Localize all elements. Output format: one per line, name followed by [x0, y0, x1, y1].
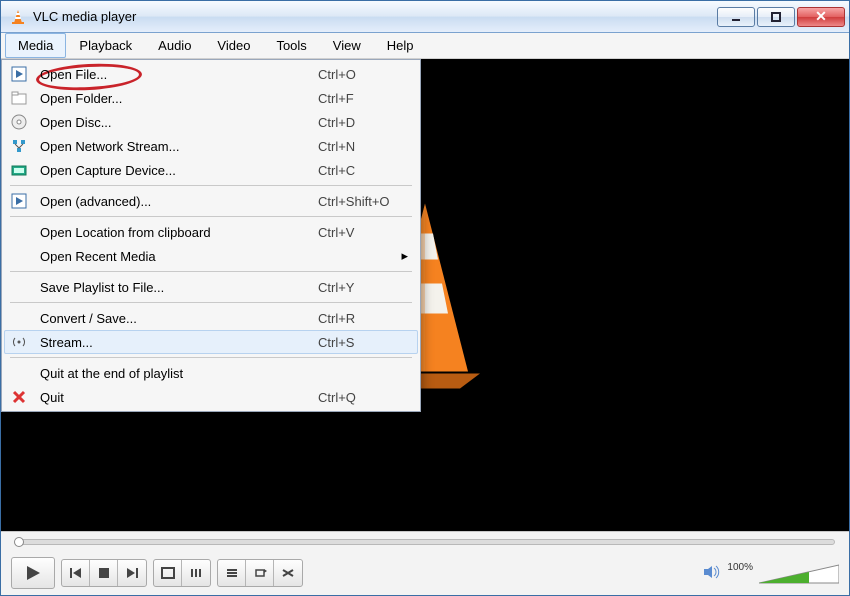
menu-separator	[10, 302, 412, 303]
menu-playback[interactable]: Playback	[66, 33, 145, 58]
quit-icon	[8, 390, 30, 404]
seek-track[interactable]	[15, 539, 835, 545]
playlist-button[interactable]	[218, 560, 246, 586]
view-group	[153, 559, 211, 587]
video-area: Open File... Ctrl+O Open Folder... Ctrl+…	[1, 59, 849, 531]
menu-video[interactable]: Video	[204, 33, 263, 58]
folder-icon	[8, 91, 30, 105]
menu-item-shortcut: Ctrl+Q	[318, 390, 408, 405]
menu-item-label: Open File...	[40, 67, 318, 82]
menu-item-label: Save Playlist to File...	[40, 280, 318, 295]
menu-item-shortcut: Ctrl+Shift+O	[318, 194, 408, 209]
menu-open-folder[interactable]: Open Folder... Ctrl+F	[4, 86, 418, 110]
menu-stream[interactable]: Stream... Ctrl+S	[4, 330, 418, 354]
maximize-button[interactable]	[757, 7, 795, 27]
skip-group	[61, 559, 147, 587]
menu-tools[interactable]: Tools	[263, 33, 319, 58]
vlc-cone-icon	[9, 8, 27, 26]
menu-item-label: Stream...	[40, 335, 318, 350]
seek-thumb[interactable]	[14, 537, 24, 547]
close-button[interactable]: ✕	[797, 7, 845, 27]
menu-item-shortcut: Ctrl+C	[318, 163, 408, 178]
menu-item-shortcut: Ctrl+S	[318, 335, 408, 350]
menu-view[interactable]: View	[320, 33, 374, 58]
menu-item-shortcut: Ctrl+R	[318, 311, 408, 326]
menu-open-disc[interactable]: Open Disc... Ctrl+D	[4, 110, 418, 134]
stream-icon	[8, 336, 30, 348]
menu-separator	[10, 216, 412, 217]
menu-item-label: Open Folder...	[40, 91, 318, 106]
menu-open-recent[interactable]: Open Recent Media ▸	[4, 244, 418, 268]
menu-convert-save[interactable]: Convert / Save... Ctrl+R	[4, 306, 418, 330]
media-dropdown: Open File... Ctrl+O Open Folder... Ctrl+…	[1, 59, 421, 412]
seek-bar[interactable]	[1, 531, 849, 551]
stop-button[interactable]	[90, 560, 118, 586]
menu-item-label: Open Disc...	[40, 115, 318, 130]
fullscreen-button[interactable]	[154, 560, 182, 586]
titlebar: VLC media player ✕	[1, 1, 849, 33]
menu-open-network[interactable]: Open Network Stream... Ctrl+N	[4, 134, 418, 158]
network-icon	[8, 138, 30, 154]
window-title: VLC media player	[33, 9, 136, 24]
menu-separator	[10, 271, 412, 272]
app-window: VLC media player ✕ Media Playback Audio …	[0, 0, 850, 596]
menu-item-label: Quit at the end of playlist	[40, 366, 318, 381]
loop-button[interactable]	[246, 560, 274, 586]
submenu-arrow-icon: ▸	[401, 248, 408, 264]
minimize-button[interactable]	[717, 7, 755, 27]
menu-separator	[10, 357, 412, 358]
play-file-icon	[8, 66, 30, 82]
menu-item-shortcut: Ctrl+Y	[318, 280, 408, 295]
play-button[interactable]	[11, 557, 55, 589]
menu-help[interactable]: Help	[374, 33, 427, 58]
menu-audio[interactable]: Audio	[145, 33, 204, 58]
menu-quit[interactable]: Quit Ctrl+Q	[4, 385, 418, 409]
menu-separator	[10, 185, 412, 186]
menu-item-label: Convert / Save...	[40, 311, 318, 326]
menu-item-label: Open Location from clipboard	[40, 225, 318, 240]
prev-button[interactable]	[62, 560, 90, 586]
menu-item-label: Open Network Stream...	[40, 139, 318, 154]
menu-open-capture[interactable]: Open Capture Device... Ctrl+C	[4, 158, 418, 182]
menubar: Media Playback Audio Video Tools View He…	[1, 33, 849, 59]
menu-open-clipboard[interactable]: Open Location from clipboard Ctrl+V	[4, 220, 418, 244]
volume-slider[interactable]	[759, 563, 839, 585]
menu-item-shortcut: Ctrl+F	[318, 91, 408, 106]
menu-item-label: Open Recent Media	[40, 249, 408, 264]
play-file-icon	[8, 193, 30, 209]
menu-item-label: Open Capture Device...	[40, 163, 318, 178]
menu-item-shortcut: Ctrl+D	[318, 115, 408, 130]
disc-icon	[8, 114, 30, 130]
playback-controls: 100%	[1, 551, 849, 595]
shuffle-button[interactable]	[274, 560, 302, 586]
menu-save-playlist[interactable]: Save Playlist to File... Ctrl+Y	[4, 275, 418, 299]
volume-area: 100%	[703, 562, 839, 585]
menu-quit-end-playlist[interactable]: Quit at the end of playlist	[4, 361, 418, 385]
menu-item-shortcut: Ctrl+O	[318, 67, 408, 82]
menu-open-file[interactable]: Open File... Ctrl+O	[4, 62, 418, 86]
ext-settings-button[interactable]	[182, 560, 210, 586]
menu-item-label: Quit	[40, 390, 318, 405]
menu-item-shortcut: Ctrl+V	[318, 225, 408, 240]
menu-media[interactable]: Media	[5, 33, 66, 58]
playlist-group	[217, 559, 303, 587]
menu-item-shortcut: Ctrl+N	[318, 139, 408, 154]
capture-icon	[8, 163, 30, 177]
menu-open-advanced[interactable]: Open (advanced)... Ctrl+Shift+O	[4, 189, 418, 213]
next-button[interactable]	[118, 560, 146, 586]
menu-item-label: Open (advanced)...	[40, 194, 318, 209]
speaker-icon[interactable]	[703, 564, 721, 583]
volume-label: 100%	[727, 562, 753, 573]
